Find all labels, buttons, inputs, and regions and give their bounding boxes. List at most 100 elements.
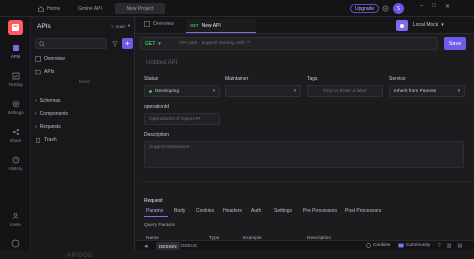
- sidebar-item-components[interactable]: › Components: [35, 109, 68, 118]
- save-label: Save: [448, 40, 462, 47]
- editor-panel: Overview GET New API Local Mock ▾ GET ▾ …: [136, 17, 474, 252]
- panel-icon[interactable]: ▤: [458, 243, 463, 249]
- sidebar-item-label: Components: [39, 110, 69, 117]
- service-select[interactable]: Inherit from Parents ▾: [389, 85, 465, 97]
- sidebar-item-label: Schemas: [39, 97, 61, 104]
- status-label: Status: [144, 76, 159, 82]
- tab-params[interactable]: Params: [146, 208, 163, 214]
- cookies-button[interactable]: Cookies: [366, 243, 390, 248]
- tab-overview[interactable]: Overview: [144, 21, 174, 27]
- minimize-button[interactable]: –: [420, 3, 423, 10]
- rail-item-settings[interactable]: Settings: [0, 100, 31, 115]
- tab-new-api[interactable]: GET New API: [186, 19, 256, 33]
- tags-input[interactable]: Find or Enter a label: [307, 85, 383, 97]
- sidebar-search-input[interactable]: [35, 38, 107, 49]
- layout-icon[interactable]: ▥: [447, 243, 452, 249]
- nav-rail: APIs Testing Settings Share History Invi…: [0, 17, 31, 250]
- tab-headers[interactable]: Headers: [223, 208, 242, 214]
- environment-selector[interactable]: Local Mock ▾: [413, 22, 444, 28]
- help-icon[interactable]: [11, 239, 20, 248]
- chevron-right-icon: ›: [35, 110, 37, 117]
- operation-placeholder: OperationId of OpenAPI: [149, 116, 201, 122]
- sidebar-item-schemas[interactable]: › Schemas: [35, 96, 61, 105]
- save-button[interactable]: Save: [444, 37, 466, 50]
- sidebar-item-label: Trash: [44, 136, 57, 143]
- status-select[interactable]: Developing ▾: [144, 85, 220, 97]
- sidebar-item-label: Overview: [44, 55, 65, 62]
- upgrade-button[interactable]: Upgrade: [350, 4, 380, 13]
- url-bar: GET ▾ API path · support starting with "…: [140, 37, 438, 50]
- cookie-icon: [366, 243, 371, 248]
- sidebar-item-label: Requests: [39, 123, 61, 130]
- close-button[interactable]: ✕: [445, 3, 450, 10]
- home-label: Home: [47, 5, 61, 12]
- tab-pre-processors[interactable]: Pre Processors: [303, 208, 337, 214]
- overview-icon: [144, 21, 150, 27]
- operation-id-label: operationId: [144, 104, 170, 110]
- community-button[interactable]: Community: [398, 243, 430, 248]
- rail-item-history[interactable]: History: [0, 156, 31, 171]
- search-icon: [39, 41, 45, 47]
- tab-auth[interactable]: Auth: [251, 208, 261, 214]
- api-name-input[interactable]: Untitled API: [146, 60, 177, 66]
- chevron-down-icon: ▾: [158, 41, 161, 47]
- tab-cookies[interactable]: Cookies: [196, 208, 214, 214]
- chevron-down-icon: ▾: [212, 88, 215, 94]
- rail-label: Share: [9, 138, 22, 143]
- design-label: DESIGN: [159, 243, 177, 249]
- method-select[interactable]: GET ▾: [145, 41, 161, 47]
- settings-icon[interactable]: [382, 5, 389, 12]
- api-path-input[interactable]: API path · support starting with "/": [179, 41, 251, 46]
- service-label: Service: [389, 76, 406, 82]
- api-sidebar: APIs ⑂ main ▾ + Overview APIs None › Sch…: [31, 17, 135, 259]
- env-badge-icon[interactable]: [396, 20, 408, 31]
- add-button[interactable]: +: [122, 38, 133, 49]
- sidebar-item-requests[interactable]: › Requests: [35, 122, 61, 131]
- description-textarea[interactable]: Support Markdown: [144, 141, 464, 168]
- debug-mode-button[interactable]: DEBUG: [181, 243, 197, 248]
- overview-icon: [35, 55, 41, 62]
- request-title: Request: [144, 198, 163, 204]
- collapse-icon[interactable]: ◂: [144, 242, 148, 250]
- help-circle-icon[interactable]: ?: [438, 243, 441, 249]
- status-value: Developing: [155, 88, 180, 94]
- rail-item-invite[interactable]: Invite: [0, 212, 31, 227]
- tab-body[interactable]: Body: [174, 208, 185, 214]
- app-logo: [8, 20, 23, 35]
- gear-icon: [12, 100, 20, 108]
- chevron-down-icon: ▾: [127, 23, 131, 28]
- sidebar-item-apis[interactable]: APIs: [35, 67, 55, 76]
- description-placeholder: Support Markdown: [149, 145, 190, 150]
- method-label: GET: [145, 41, 156, 47]
- operation-id-input[interactable]: OperationId of OpenAPI: [144, 113, 220, 125]
- home-tab[interactable]: Home: [38, 3, 60, 14]
- project-tab[interactable]: Gmine API: [78, 3, 102, 14]
- tab-settings[interactable]: Settings: [274, 208, 292, 214]
- sidebar-item-trash[interactable]: Trash: [35, 135, 57, 144]
- maintainer-select[interactable]: ▾: [225, 85, 301, 97]
- rail-item-share[interactable]: Share: [0, 128, 31, 143]
- trash-icon: [35, 137, 41, 143]
- title-bar: Home Gmine API New Project Upgrade S – □…: [0, 0, 474, 17]
- new-project-tab[interactable]: New Project: [115, 3, 165, 14]
- filter-icon[interactable]: [110, 38, 120, 49]
- branch-selector[interactable]: ⑂ main ▾: [111, 23, 130, 29]
- active-tab-indicator: [144, 216, 168, 217]
- design-mode-button[interactable]: DESIGN: [156, 242, 180, 250]
- clock-icon: [12, 156, 20, 164]
- new-project-label: New Project: [126, 5, 154, 12]
- query-params-title: Query Params: [144, 223, 175, 228]
- rail-label: APIs: [10, 54, 21, 59]
- rail-item-testing[interactable]: Testing: [0, 72, 31, 87]
- cookies-label: Cookies: [373, 243, 391, 248]
- sidebar-item-overview[interactable]: Overview: [35, 54, 65, 63]
- maintainer-label: Maintainer: [225, 76, 249, 82]
- avatar[interactable]: S: [393, 3, 404, 14]
- tab-label: Overview: [153, 21, 174, 27]
- maximize-button[interactable]: □: [432, 3, 436, 10]
- community-label: Community: [406, 243, 431, 248]
- env-label: Local Mock: [413, 22, 439, 28]
- tab-post-processors[interactable]: Post Processors: [345, 208, 381, 214]
- chevron-down-icon: ▾: [293, 88, 296, 94]
- rail-item-apis[interactable]: APIs: [0, 44, 31, 59]
